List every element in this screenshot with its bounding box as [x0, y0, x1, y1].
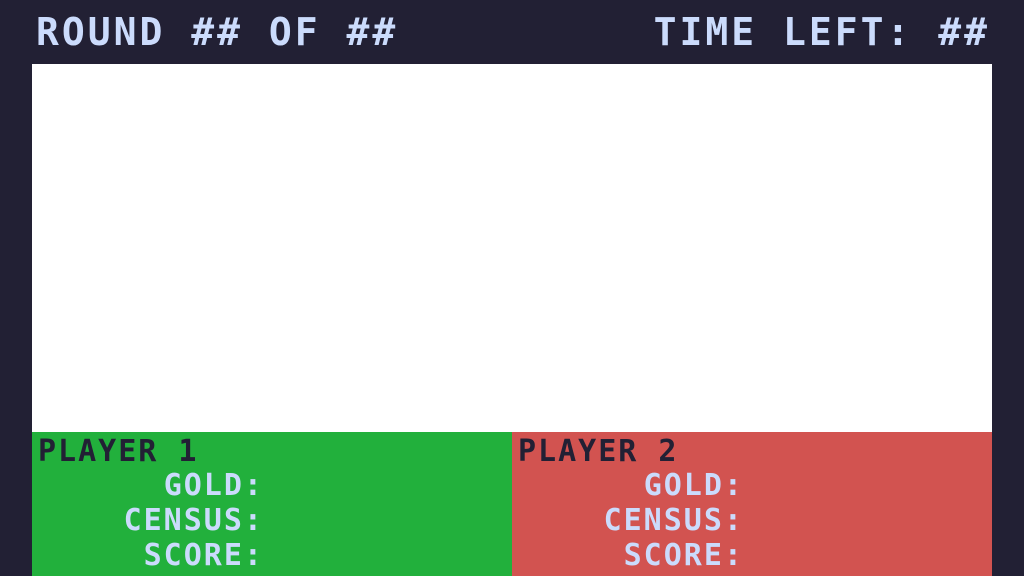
player-2-gold-label: GOLD:	[643, 468, 744, 503]
player-1-census-label: CENSUS:	[123, 503, 264, 538]
game-area[interactable]	[32, 64, 992, 432]
player-2-census-label: CENSUS:	[603, 503, 744, 538]
player-2-panel: PLAYER 2 GOLD: CENSUS: SCORE:	[512, 432, 992, 576]
player-2-name: PLAYER 2	[518, 434, 679, 469]
time-left-counter: TIME LEFT: ##	[653, 10, 990, 54]
player-1-gold-label: GOLD:	[163, 468, 264, 503]
player-1-score-label: SCORE:	[143, 538, 264, 573]
player-1-panel: PLAYER 1 GOLD: CENSUS: SCORE:	[32, 432, 512, 576]
player-2-score-label: SCORE:	[623, 538, 744, 573]
game-screen: ROUND ## OF ## TIME LEFT: ## PLAYER 1 GO…	[0, 0, 1024, 576]
player-1-name: PLAYER 1	[38, 434, 199, 469]
round-counter: ROUND ## OF ##	[36, 10, 399, 54]
